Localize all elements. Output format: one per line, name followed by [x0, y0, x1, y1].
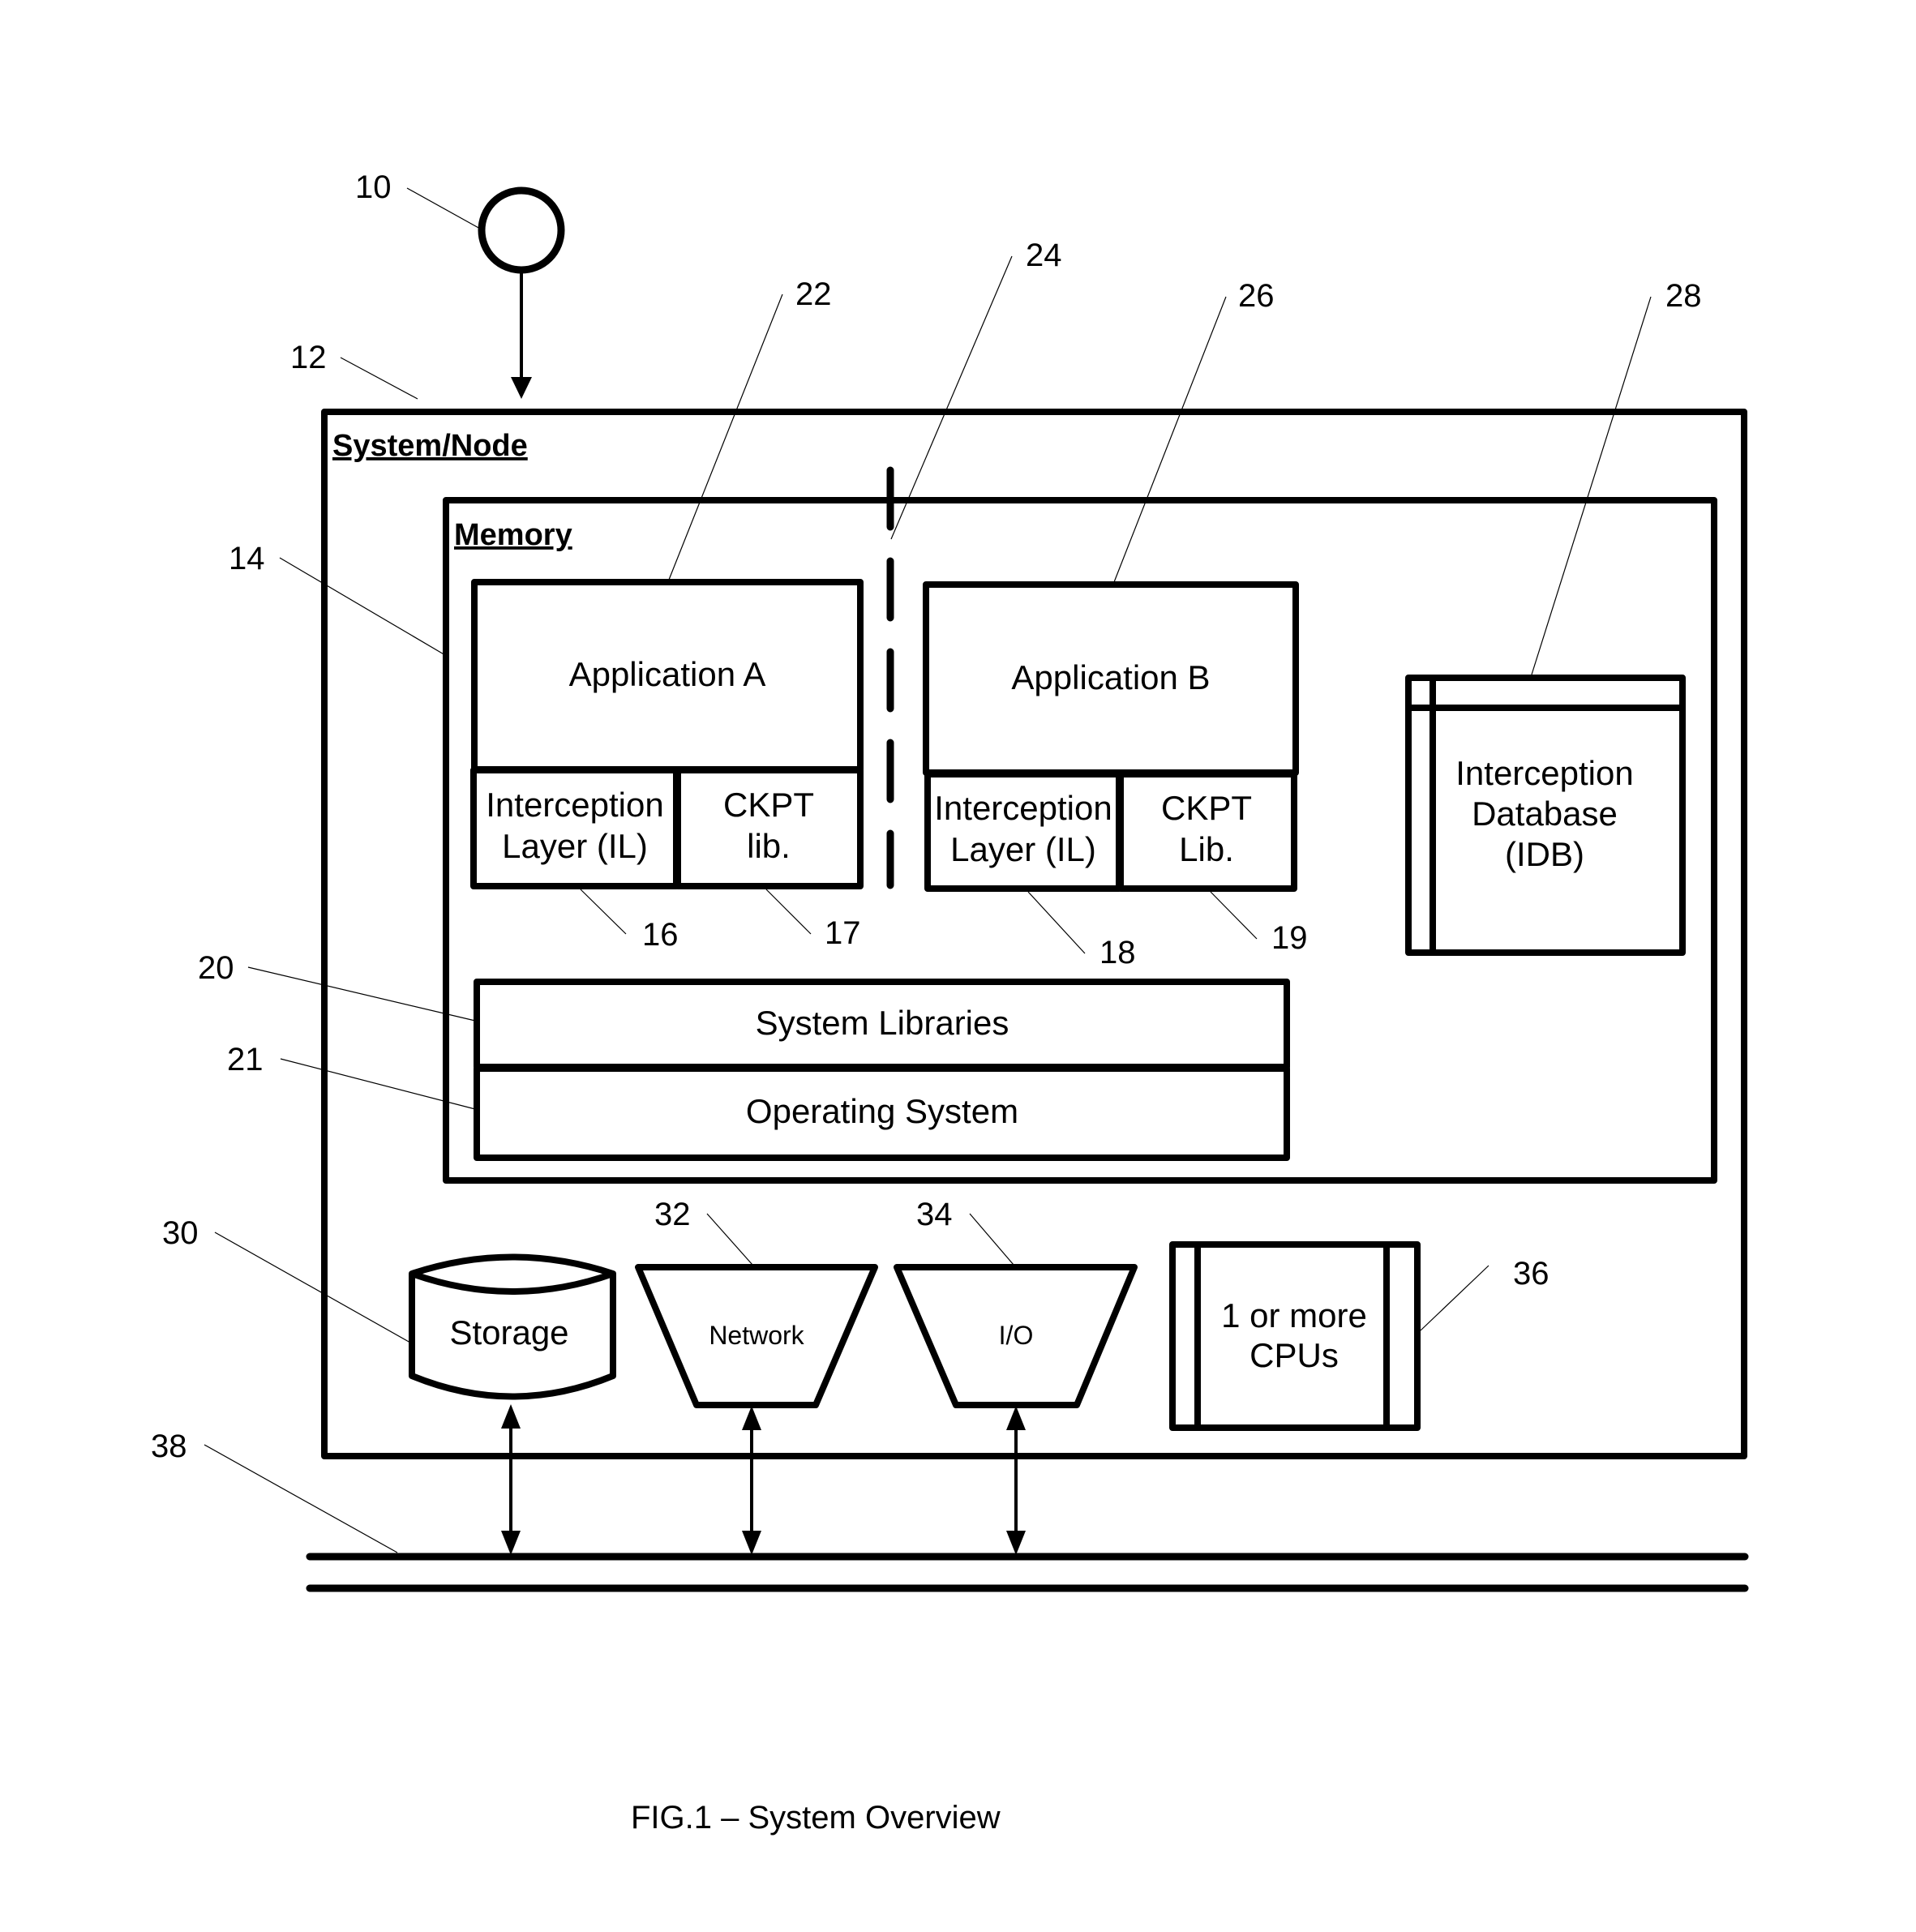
io-label: I/O: [999, 1321, 1034, 1350]
idb-line2: Database: [1472, 795, 1618, 833]
system-node-title: System/Node: [332, 429, 528, 463]
figure-caption: FIG.1 – System Overview: [631, 1800, 1001, 1836]
ref-18: 18: [1099, 935, 1136, 970]
leader-24: [890, 255, 1013, 540]
network-bus-arrow: [742, 1406, 761, 1555]
bus-connectors: [501, 1404, 1026, 1555]
arrow-down-icon: [1006, 1531, 1026, 1555]
arrow-down-icon: [501, 1531, 521, 1555]
cpus-line2: CPUs: [1249, 1336, 1339, 1374]
ckpt-lib-b-line1: CKPT: [1161, 789, 1252, 827]
io-bus-arrow: [1006, 1406, 1026, 1555]
application-a-label: Application A: [569, 655, 766, 693]
arrow-up-icon: [742, 1406, 761, 1430]
storage-cylinder-top-curve: [410, 1270, 615, 1295]
client-node: 10: [355, 169, 565, 399]
operating-system-label: Operating System: [746, 1092, 1018, 1130]
ref-36: 36: [1513, 1256, 1550, 1292]
leader-30: [214, 1232, 411, 1343]
circle-node-icon: [478, 186, 565, 274]
application-b: Application B 26 Interception Layer (IL)…: [923, 278, 1308, 970]
network: Network 32: [635, 1197, 878, 1408]
ref-34: 34: [916, 1197, 953, 1232]
ckpt-lib-a-line2: lib.: [747, 827, 791, 865]
ref-28: 28: [1665, 278, 1702, 314]
storage: Storage 30: [162, 1215, 616, 1400]
leader-38: [204, 1444, 398, 1553]
ref-16: 16: [642, 917, 679, 953]
leader-20: [247, 966, 476, 1022]
idb-line1: Interception: [1455, 754, 1633, 792]
ref-26: 26: [1238, 278, 1275, 314]
arrow-head-icon: [511, 377, 532, 399]
arrow-up-icon: [501, 1404, 521, 1429]
storage-bus-arrow: [501, 1404, 521, 1555]
interception-layer-b-line2: Layer (IL): [950, 830, 1096, 868]
ref-30: 30: [162, 1215, 199, 1251]
ref-19: 19: [1271, 920, 1308, 956]
leader-16: [580, 889, 627, 935]
idb-line3: (IDB): [1505, 835, 1584, 873]
cpus-line1: 1 or more: [1221, 1296, 1367, 1334]
interception-layer-b-line1: Interception: [934, 789, 1112, 827]
leader-22: [668, 293, 783, 580]
application-b-label: Application B: [1011, 658, 1210, 696]
leader-18: [1027, 891, 1086, 954]
interception-database: Interception Database (IDB) 28: [1405, 278, 1702, 956]
system-bus: 38: [151, 1429, 1749, 1592]
leader-28: [1531, 296, 1652, 675]
application-a: Application A 22 Interception Layer (IL)…: [470, 276, 864, 953]
leader-34: [969, 1213, 1014, 1266]
arrow-down-icon: [742, 1531, 761, 1555]
ref-10: 10: [355, 169, 392, 205]
io: I/O 34: [894, 1197, 1138, 1408]
ref-38: 38: [151, 1429, 187, 1464]
ckpt-lib-b-line2: Lib.: [1179, 830, 1234, 868]
ref-14: 14: [229, 541, 265, 576]
leader-36: [1420, 1265, 1490, 1331]
ref-22: 22: [795, 276, 832, 312]
memory-title: Memory: [454, 518, 572, 552]
network-label: Network: [709, 1321, 804, 1350]
ref-32: 32: [654, 1197, 691, 1232]
leader-14: [279, 557, 446, 656]
leader-32: [706, 1213, 753, 1266]
leader-10: [406, 187, 481, 229]
ckpt-lib-a-line1: CKPT: [723, 786, 814, 824]
operating-system: Operating System 21: [227, 1042, 1290, 1161]
cpus: 1 or more CPUs 36: [1169, 1241, 1550, 1431]
ref-12: 12: [290, 340, 327, 375]
interception-layer-a-line2: Layer (IL): [502, 827, 648, 865]
leader-19: [1210, 891, 1258, 940]
ref-21: 21: [227, 1042, 264, 1077]
leader-17: [765, 889, 812, 935]
system-overview-diagram: 10 System/Node 12 Memory 14 24 Applicati…: [151, 169, 1749, 1836]
arrow-up-icon: [1006, 1406, 1026, 1430]
system-libraries-label: System Libraries: [756, 1004, 1009, 1042]
interception-layer-a-line1: Interception: [486, 786, 663, 824]
ref-24: 24: [1026, 238, 1062, 273]
leader-12: [340, 357, 418, 400]
ref-20: 20: [198, 950, 234, 986]
storage-label: Storage: [449, 1313, 568, 1352]
leader-26: [1113, 296, 1227, 583]
ref-17: 17: [825, 915, 861, 951]
